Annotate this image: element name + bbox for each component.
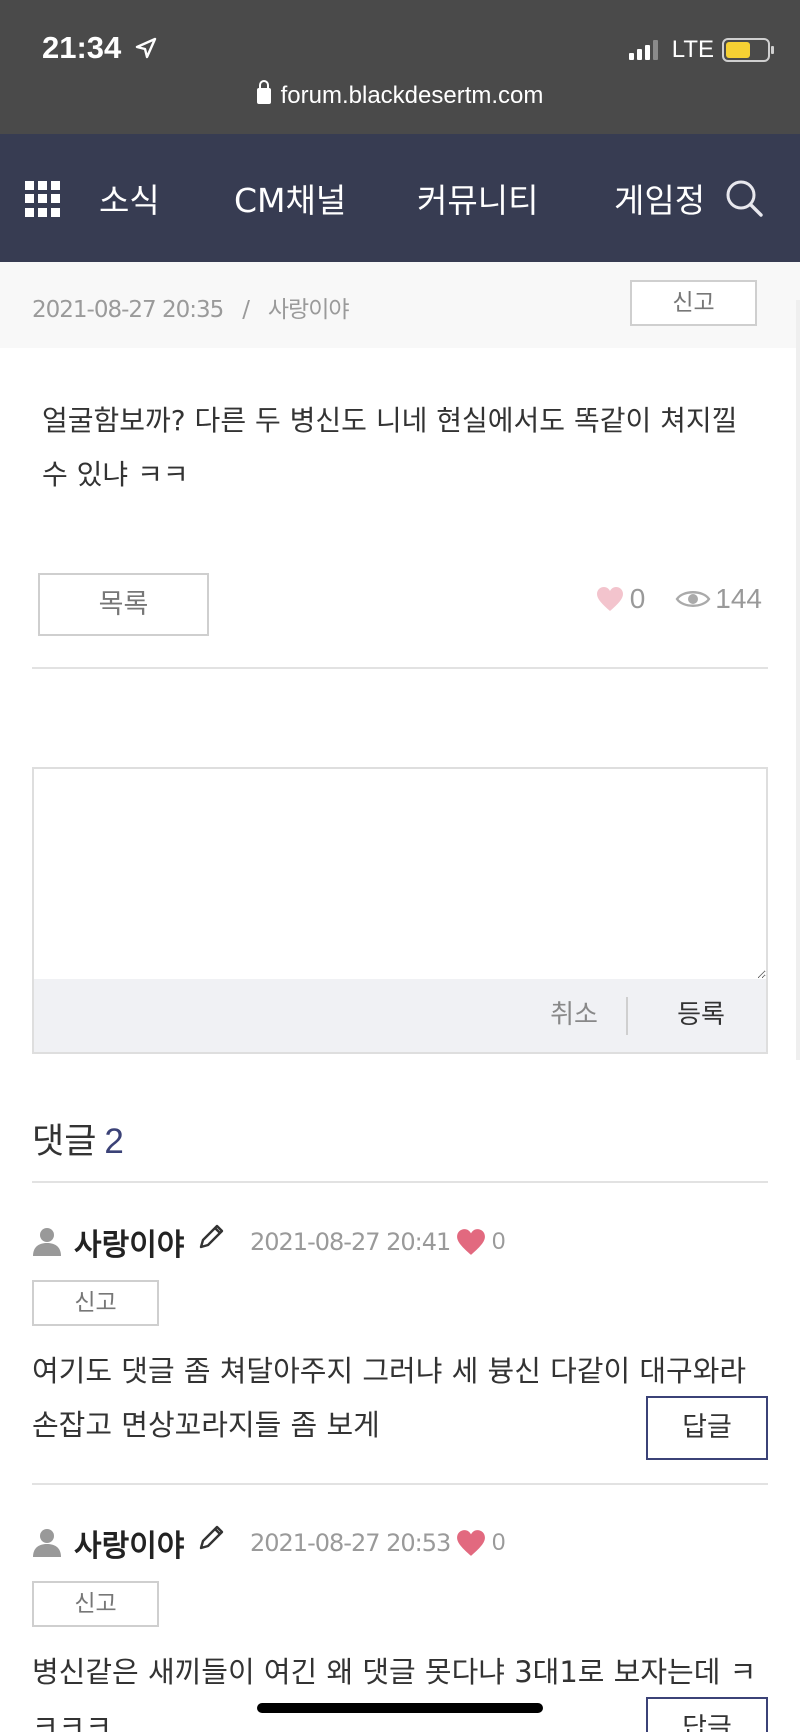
signal-icon bbox=[628, 40, 658, 60]
comment-report-button[interactable]: 신고 bbox=[32, 1581, 159, 1627]
pencil-icon bbox=[199, 1224, 224, 1249]
user-icon bbox=[33, 1228, 61, 1256]
post-stats: 0 144 bbox=[596, 583, 762, 615]
address-bar[interactable]: forum.blackdesertm.com bbox=[0, 80, 800, 110]
reply-button[interactable]: 답글 bbox=[646, 1697, 768, 1732]
comment-author[interactable]: 사랑이야 bbox=[74, 1220, 184, 1264]
status-time: 21:34 bbox=[42, 30, 122, 65]
comment-like-count: 0 bbox=[492, 1529, 506, 1556]
view-count: 144 bbox=[715, 583, 762, 614]
battery-icon bbox=[722, 38, 774, 62]
post-author[interactable]: 사랑이야 bbox=[268, 297, 350, 323]
nav-item-cm-channel[interactable]: CM채널 bbox=[234, 174, 346, 222]
user-icon bbox=[33, 1529, 61, 1557]
comment-form-actions: 취소 등록 bbox=[34, 979, 766, 1052]
comment-item: 사랑이야 2021-08-27 20:41 0 신고 여기도 댓글 좀 쳐달아주… bbox=[32, 1220, 768, 1480]
list-button[interactable]: 목록 bbox=[38, 573, 209, 636]
heart-icon[interactable] bbox=[456, 1228, 486, 1256]
cancel-button[interactable]: 취소 bbox=[514, 979, 634, 1052]
status-indicators: LTE bbox=[628, 36, 774, 64]
divider bbox=[32, 1181, 768, 1183]
post-meta-bar: 2021-08-27 20:35 / 사랑이야 신고 bbox=[0, 262, 800, 348]
site-nav: 소식 CM채널 커뮤니티 게임정 bbox=[0, 134, 800, 262]
comment-like-count: 0 bbox=[492, 1228, 506, 1255]
comments-title: 댓글 bbox=[32, 1122, 97, 1162]
comment-header: 사랑이야 2021-08-27 20:41 0 bbox=[32, 1220, 768, 1264]
nav-item-game-info[interactable]: 게임정 bbox=[614, 174, 705, 222]
action-separator bbox=[626, 997, 628, 1035]
comments-header: 댓글 2 bbox=[32, 1113, 124, 1164]
post-body: 얼굴함보까? 다른 두 병신도 니네 현실에서도 똑같이 쳐지낄 수 있냐 ㅋㅋ bbox=[42, 404, 738, 491]
comment-author[interactable]: 사랑이야 bbox=[74, 1521, 184, 1565]
submit-button[interactable]: 등록 bbox=[646, 979, 756, 1052]
heart-icon[interactable] bbox=[456, 1529, 486, 1557]
heart-icon[interactable] bbox=[596, 586, 624, 612]
nav-item-community[interactable]: 커뮤니티 bbox=[417, 174, 538, 222]
search-icon[interactable] bbox=[724, 178, 764, 218]
comments-count: 2 bbox=[104, 1122, 124, 1161]
home-indicator bbox=[257, 1703, 543, 1713]
like-count: 0 bbox=[629, 583, 646, 614]
nav-item-news[interactable]: 소식 bbox=[99, 174, 160, 222]
comment-input[interactable] bbox=[34, 769, 766, 979]
post-date: 2021-08-27 20:35 bbox=[32, 297, 224, 323]
report-button[interactable]: 신고 bbox=[630, 280, 757, 326]
network-label: LTE bbox=[671, 36, 714, 63]
comment-header: 사랑이야 2021-08-27 20:53 0 bbox=[32, 1521, 768, 1565]
comment-report-button[interactable]: 신고 bbox=[32, 1280, 159, 1326]
post-meta: 2021-08-27 20:35 / 사랑이야 bbox=[32, 290, 350, 324]
comment-date: 2021-08-27 20:53 bbox=[250, 1529, 451, 1557]
location-arrow-icon bbox=[135, 37, 157, 59]
divider bbox=[32, 667, 768, 669]
meta-separator: / bbox=[242, 297, 250, 323]
comment-form: 취소 등록 bbox=[32, 767, 768, 1054]
url-text: forum.blackdesertm.com bbox=[280, 82, 544, 109]
browser-top-bar: 21:34 LTE forum.blackdesertm.com bbox=[0, 0, 800, 134]
menu-grid-icon[interactable] bbox=[25, 181, 61, 217]
reply-button[interactable]: 답글 bbox=[646, 1396, 768, 1460]
page-edge-shadow bbox=[796, 300, 800, 1060]
pencil-icon bbox=[199, 1525, 224, 1550]
eye-icon bbox=[675, 591, 711, 607]
comment-item: 사랑이야 2021-08-27 20:53 0 신고 병신같은 새끼들이 여긴 … bbox=[32, 1521, 768, 1732]
divider bbox=[32, 1483, 768, 1485]
comment-date: 2021-08-27 20:41 bbox=[250, 1228, 451, 1256]
lock-icon bbox=[256, 80, 271, 104]
